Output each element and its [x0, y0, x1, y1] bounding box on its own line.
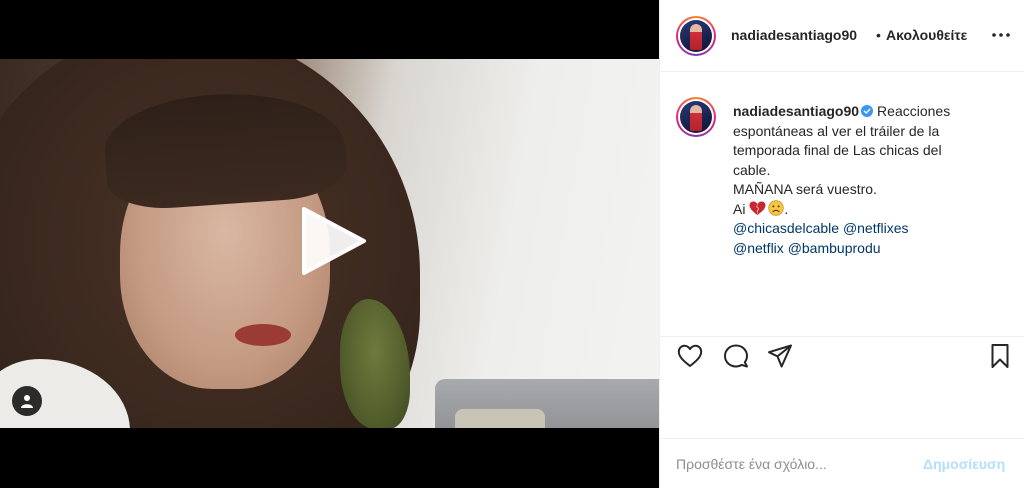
- post-action-bar: [660, 336, 1024, 376]
- heart-icon[interactable]: [677, 343, 703, 369]
- person-tag-icon[interactable]: [12, 386, 42, 416]
- caption-line: MAÑANA será vuestro.: [733, 181, 877, 197]
- caption-mentions-row: @netflix @bambuprodu: [733, 239, 1018, 259]
- share-icon[interactable]: [767, 343, 793, 369]
- mention-link[interactable]: @chicasdelcable: [733, 220, 839, 236]
- caption-username[interactable]: nadiadesantiago90: [733, 103, 859, 119]
- comment-input[interactable]: [676, 453, 916, 475]
- mention-link[interactable]: @netflix: [733, 240, 784, 256]
- caption-line-emoji: Ai .: [733, 199, 1018, 220]
- caption-line: Reacciones: [877, 103, 951, 119]
- verified-badge-icon: [861, 105, 874, 117]
- comment-bar: Δημοσίευση: [660, 438, 1024, 488]
- mention-link[interactable]: @bambuprodu: [788, 240, 881, 256]
- caption-line: espontáneas al ver el tráiler de la: [733, 122, 940, 139]
- caption-line: cable.: [733, 161, 771, 178]
- comment-icon[interactable]: [723, 343, 749, 369]
- header-avatar[interactable]: [676, 16, 716, 56]
- caption-period: .: [784, 200, 789, 217]
- post-side-panel: nadiadesantiago90 • Ακολουθείτε nadiades…: [659, 0, 1024, 488]
- sad-face-emoji-icon: [768, 199, 785, 216]
- caption-word: Ai: [733, 200, 746, 217]
- following-button[interactable]: Ακολουθείτε: [886, 27, 967, 43]
- broken-heart-emoji-icon: [749, 201, 766, 215]
- header-separator: •: [876, 27, 881, 43]
- caption-line: temporada final de Las chicas del: [733, 142, 942, 158]
- publish-button[interactable]: Δημοσίευση: [923, 456, 1005, 472]
- more-options-icon[interactable]: [990, 26, 1012, 44]
- post-media[interactable]: [0, 0, 659, 488]
- header-username[interactable]: nadiadesantiago90: [731, 27, 857, 43]
- play-icon[interactable]: [298, 205, 368, 277]
- mention-link[interactable]: @netflixes: [843, 220, 909, 236]
- video-scene-lips: [235, 324, 291, 346]
- video-scene-pillow: [455, 409, 545, 428]
- bookmark-icon[interactable]: [987, 343, 1013, 369]
- caption-mentions-row: @chicasdelcable @netflixes: [733, 219, 1018, 239]
- post-header: nadiadesantiago90 • Ακολουθείτε: [660, 0, 1024, 72]
- caption-avatar[interactable]: [676, 97, 716, 137]
- caption-text: nadiadesantiago90 Reacciones espontáneas …: [733, 102, 1018, 258]
